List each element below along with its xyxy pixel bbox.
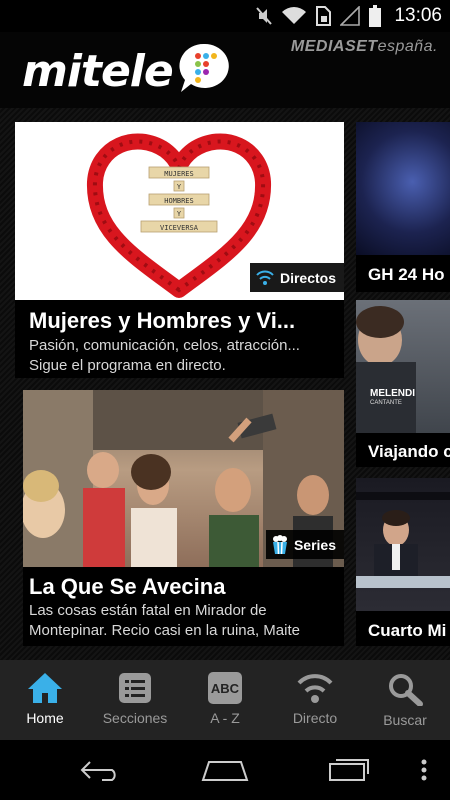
search-icon: [389, 674, 423, 706]
nav-buscar[interactable]: Buscar: [360, 660, 450, 740]
directos-badge: Directos: [249, 263, 344, 292]
overlay-name: MELENDI: [370, 388, 415, 399]
mitele-logo[interactable]: mitele: [22, 42, 233, 100]
home-button-icon[interactable]: [201, 758, 249, 782]
wifi-icon: [282, 7, 307, 25]
back-icon[interactable]: [78, 758, 122, 782]
presenter-photo-image: [356, 492, 450, 588]
series-badge: Series: [265, 530, 344, 559]
logo-bubble-icon: [179, 43, 229, 92]
sections-list-icon: [119, 673, 151, 703]
program-card-mujeres[interactable]: MUJERES Y HOMBRES Y VICEVERSA Directos M…: [15, 122, 344, 378]
abc-icon: ABC: [208, 672, 242, 704]
brand-main: MEDIASET: [290, 38, 378, 55]
card-description: Las cosas están fatal en Mirador de Mont…: [29, 602, 300, 639]
card-description: Pasión, comunicación, celos, atracción..…: [29, 337, 300, 374]
card-title: Mujeres y Hombres y Vi...: [29, 308, 296, 333]
person-photo-image: [356, 306, 416, 433]
nav-label: Directo: [292, 710, 338, 726]
app-header: mitele MEDIASETespaña.: [0, 32, 450, 108]
nav-directo[interactable]: Directo: [270, 660, 360, 740]
live-signal-icon: [297, 674, 333, 703]
sim-card-icon: [316, 6, 332, 26]
nav-label: Buscar: [383, 712, 427, 728]
bottom-navigation: Home Secciones ABC A - Z Directo Buscar: [0, 660, 450, 740]
nav-label: Home: [26, 710, 64, 726]
live-signal-icon: [256, 270, 274, 285]
content-grid[interactable]: MUJERES Y HOMBRES Y VICEVERSA Directos M…: [0, 108, 450, 660]
nav-label: A - Z: [210, 710, 240, 726]
badge-label: Directos: [279, 269, 336, 286]
abc-icon-text: ABC: [210, 680, 240, 696]
overflow-menu-icon[interactable]: [420, 758, 428, 782]
tile-text-1: MUJERES: [164, 170, 194, 178]
card-title: Cuarto Mi: [368, 621, 447, 640]
tile-text-3: HOMBRES: [164, 197, 194, 205]
nav-a-z[interactable]: ABC A - Z: [180, 660, 270, 740]
recent-apps-icon[interactable]: [328, 756, 372, 782]
battery-icon: [369, 5, 382, 27]
overlay-sub: CANTANTE: [370, 400, 402, 406]
program-thumbnail: [356, 478, 450, 611]
program-card-cuarto-milenio[interactable]: Cuarto Mi: [356, 478, 450, 646]
popcorn-icon: [272, 534, 287, 554]
card-title: La Que Se Avecina: [29, 574, 226, 599]
program-thumbnail: Series: [23, 390, 344, 567]
tile-text-5: VICEVERSA: [160, 224, 199, 232]
system-navigation-bar: [0, 740, 450, 800]
card-title: Viajando c: [368, 442, 450, 461]
status-clock: 13:06: [394, 5, 442, 26]
program-thumbnail: MUJERES Y HOMBRES Y VICEVERSA Directos: [15, 122, 344, 300]
program-thumbnail: [356, 122, 450, 255]
status-icons: 13:06: [255, 4, 442, 28]
card-title: GH 24 Ho: [368, 265, 445, 284]
logo-text: mitele: [22, 45, 174, 97]
nav-home[interactable]: Home: [0, 660, 90, 740]
home-icon: [28, 673, 62, 703]
mute-icon: [256, 7, 273, 25]
status-bar: 13:06: [0, 0, 450, 32]
program-card-gh24[interactable]: GH 24 Ho: [356, 122, 450, 292]
program-card-viajando[interactable]: MELENDI CANTANTE Viajando c: [356, 300, 450, 467]
brand-sub: españa.: [377, 38, 438, 55]
mediaset-brand: MEDIASETespaña.: [291, 38, 438, 56]
nav-label: Secciones: [102, 710, 168, 726]
badge-label: Series: [293, 536, 336, 553]
signal-icon: [340, 6, 361, 26]
program-thumbnail: MELENDI CANTANTE: [356, 300, 450, 433]
program-card-la-que-se-avecina[interactable]: Series La Que Se Avecina Las cosas están…: [23, 390, 344, 646]
nav-secciones[interactable]: Secciones: [90, 660, 180, 740]
